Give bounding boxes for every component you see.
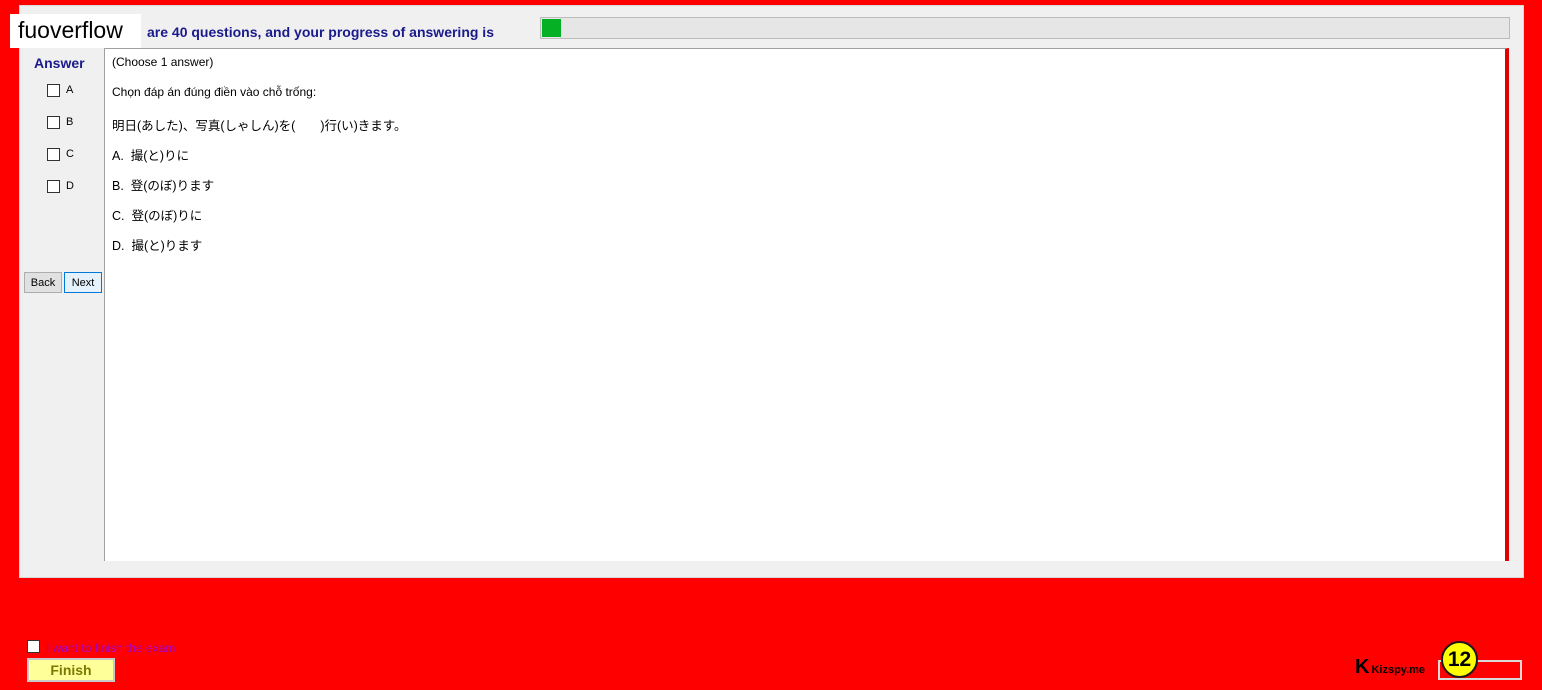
- next-button[interactable]: Next: [64, 272, 102, 293]
- question-choice-d: D. 撮(と)ります: [112, 239, 203, 253]
- question-instruction: (Choose 1 answer): [112, 55, 214, 69]
- answer-option-label: B: [66, 116, 74, 128]
- progress-text: are 40 questions, and your progress of a…: [147, 24, 494, 40]
- finish-exam-label[interactable]: I want to finish the exam: [46, 641, 175, 655]
- answer-option-label: C: [66, 148, 74, 160]
- back-button[interactable]: Back: [24, 272, 62, 293]
- kizspy-text: Kizspy.me: [1371, 664, 1426, 676]
- question-area: (Choose 1 answer) Chọn đáp án đúng điền …: [104, 48, 1509, 561]
- answer-option-label: D: [66, 180, 74, 192]
- number-badge: 12: [1441, 641, 1478, 678]
- question-choice-a: A. 撮(と)りに: [112, 149, 190, 163]
- answer-checkbox-a[interactable]: [47, 83, 60, 97]
- answer-option-a[interactable]: A: [47, 82, 73, 98]
- answer-checkbox-b[interactable]: [47, 115, 60, 129]
- question-choice-b: B. 登(のぼ)ります: [112, 179, 215, 193]
- question-prompt: Chọn đáp án đúng điền vào chỗ trống:: [112, 85, 317, 99]
- kizspy-logo: K Kizspy.me: [1355, 657, 1425, 677]
- answer-heading: Answer: [34, 55, 85, 71]
- brand-watermark: fuoverflow: [10, 14, 141, 48]
- finish-button[interactable]: Finish: [27, 658, 115, 682]
- finish-exam-checkbox[interactable]: [27, 640, 40, 653]
- progress-bar-fill: [542, 19, 561, 37]
- answer-checkbox-d[interactable]: [47, 179, 60, 193]
- answer-option-c[interactable]: C: [47, 146, 74, 162]
- answer-option-b[interactable]: B: [47, 114, 73, 130]
- answer-option-d[interactable]: D: [47, 178, 74, 194]
- progress-bar: [540, 17, 1510, 39]
- answer-option-label: A: [66, 84, 74, 96]
- answer-checkbox-c[interactable]: [47, 147, 60, 161]
- question-choice-c: C. 登(のぼ)りに: [112, 209, 203, 223]
- question-sentence: 明日(あした)、写真(しゃしん)を( )行(い)きます。: [112, 119, 407, 133]
- kizspy-k-icon: K: [1355, 656, 1370, 678]
